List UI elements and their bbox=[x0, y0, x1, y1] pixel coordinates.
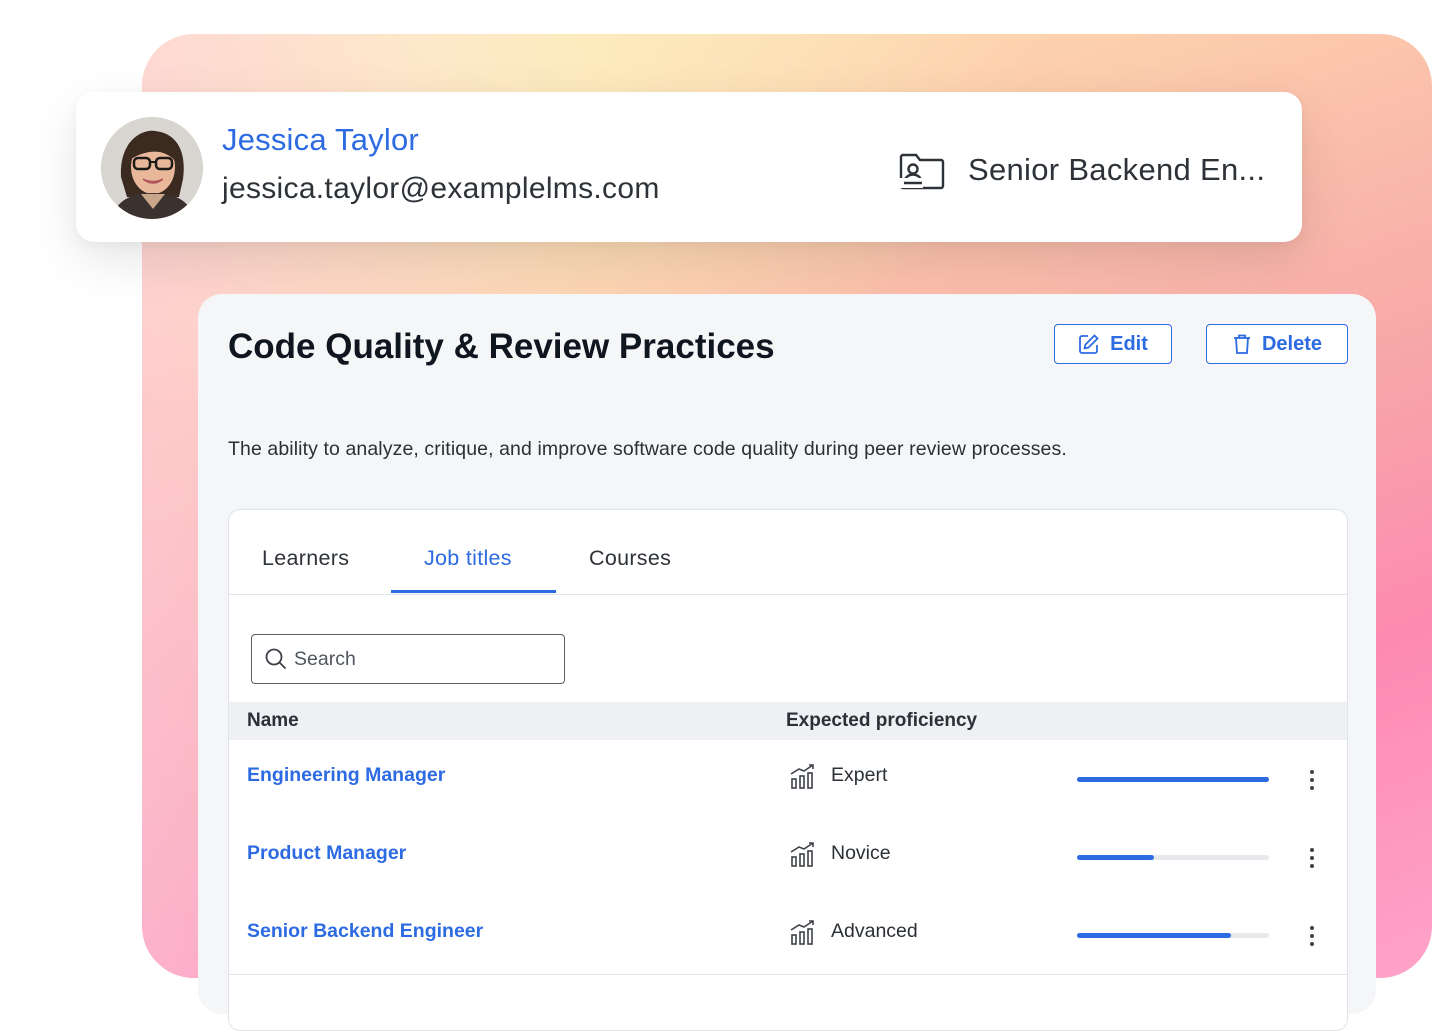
tab-courses[interactable]: Courses bbox=[589, 546, 671, 571]
tab-job-titles[interactable]: Job titles bbox=[424, 546, 512, 571]
table-header: Name Expected proficiency bbox=[229, 702, 1347, 740]
skill-detail-card: Code Quality & Review Practices Edit Del… bbox=[198, 294, 1376, 1031]
job-title-link[interactable]: Senior Backend Engineer bbox=[247, 920, 483, 943]
table-row: Product Manager Novice bbox=[229, 818, 1347, 897]
search-input[interactable]: Search bbox=[251, 634, 565, 684]
avatar bbox=[101, 117, 203, 219]
proficiency-chart-icon bbox=[790, 842, 814, 867]
proficiency-label: Advanced bbox=[831, 920, 918, 942]
proficiency-bar bbox=[1077, 855, 1269, 860]
more-options-icon[interactable] bbox=[1305, 768, 1319, 792]
trash-icon bbox=[1233, 334, 1250, 354]
tab-bar: Learners Job titles Courses bbox=[229, 510, 1347, 595]
proficiency-bar bbox=[1077, 933, 1269, 938]
column-header-name: Name bbox=[247, 710, 299, 731]
profile-card: Jessica Taylor jessica.taylor@examplelms… bbox=[76, 92, 1302, 242]
proficiency-bar bbox=[1077, 777, 1269, 782]
skill-title: Code Quality & Review Practices bbox=[228, 327, 775, 366]
active-tab-indicator bbox=[391, 590, 556, 593]
table-row: Senior Backend Engineer Advanced bbox=[229, 896, 1347, 975]
job-title-link[interactable]: Engineering Manager bbox=[247, 764, 445, 787]
delete-label: Delete bbox=[1261, 332, 1323, 355]
skill-description: The ability to analyze, critique, and im… bbox=[228, 438, 1067, 460]
search-placeholder: Search bbox=[294, 647, 356, 670]
edit-label: Edit bbox=[1110, 332, 1148, 355]
delete-button[interactable]: Delete bbox=[1206, 324, 1348, 364]
more-options-icon[interactable] bbox=[1305, 924, 1319, 948]
job-title-icon bbox=[899, 153, 945, 190]
proficiency-label: Novice bbox=[831, 842, 891, 864]
profile-name[interactable]: Jessica Taylor bbox=[222, 122, 419, 158]
tab-learners[interactable]: Learners bbox=[262, 546, 349, 571]
profile-email: jessica.taylor@examplelms.com bbox=[222, 172, 660, 205]
edit-icon bbox=[1079, 334, 1099, 354]
proficiency-chart-icon bbox=[790, 764, 814, 789]
edit-button[interactable]: Edit bbox=[1054, 324, 1172, 364]
skill-tabs-panel: Learners Job titles Courses Search Name … bbox=[228, 509, 1348, 1031]
column-header-proficiency: Expected proficiency bbox=[786, 710, 978, 731]
job-title-label: Senior Backend En... bbox=[968, 152, 1266, 187]
job-title-link[interactable]: Product Manager bbox=[247, 842, 406, 865]
proficiency-label: Expert bbox=[831, 764, 888, 786]
proficiency-chart-icon bbox=[790, 920, 814, 945]
search-icon bbox=[265, 648, 287, 670]
more-options-icon[interactable] bbox=[1305, 846, 1319, 870]
table-row: Engineering Manager Expert bbox=[229, 740, 1347, 819]
